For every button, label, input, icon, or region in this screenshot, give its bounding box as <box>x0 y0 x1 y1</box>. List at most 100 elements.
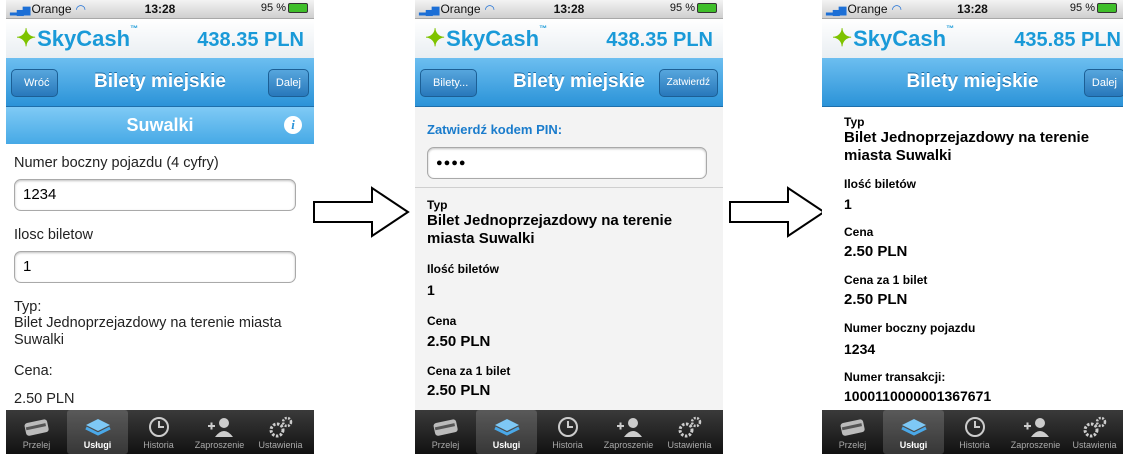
ticket-count-input[interactable]: 1 <box>14 251 296 283</box>
tab-bar: Przelej Usługi Historia Zaproszenie Usta… <box>415 410 723 454</box>
tab-uslugi[interactable]: Usługi <box>476 410 537 454</box>
quantity-label: Ilość biletów <box>427 262 500 276</box>
next-button[interactable]: Dalej <box>267 69 309 97</box>
clock-icon <box>557 417 578 437</box>
add-user-icon <box>616 418 642 437</box>
pin-input[interactable]: ●●●● <box>427 147 707 179</box>
price-value: 2.50 PLN <box>14 391 75 407</box>
type-label: Typ <box>844 115 865 129</box>
confirm-content: Zatwierdź kodem PIN: ●●●● Typ Bilet Jedn… <box>415 107 723 410</box>
brand-header: ✦SkyCash™ 438.35 PLN <box>6 19 314 58</box>
battery-level: 95 % <box>260 2 286 14</box>
transaction-number-label: Numer transakcji: <box>844 370 946 384</box>
type-value: Bilet Jednoprzejazdowy na terenie miasta… <box>844 129 1090 164</box>
tab-uslugi[interactable]: Usługi <box>67 410 128 454</box>
battery-level: 95 % <box>1069 2 1095 14</box>
price-value: 2.50 PLN <box>427 333 491 350</box>
gears-icon <box>269 416 292 438</box>
unit-price-label: Cena za 1 bilet <box>844 273 928 287</box>
account-balance: 435.85 PLN <box>1014 29 1121 51</box>
status-bar: ▂▄▆ Orange ◠ 13:28 95 % <box>822 0 1123 19</box>
summary-content: Typ Bilet Jednoprzejazdowy na terenie mi… <box>822 107 1123 410</box>
tab-bar: Przelej Usługi Historia Zaproszenie Usta… <box>822 410 1123 454</box>
tab-zaproszenie[interactable]: Zaproszenie <box>598 410 659 454</box>
status-bar: ▂▄▆ Orange ◠ 13:28 95 % <box>6 0 314 19</box>
price-label: Cena <box>844 225 874 239</box>
city-bar: Suwalki i <box>6 107 314 144</box>
tab-uslugi[interactable]: Usługi <box>883 410 944 454</box>
transfer-icon <box>840 419 865 436</box>
info-icon[interactable]: i <box>284 116 302 134</box>
flow-arrow-icon <box>313 186 410 238</box>
price-label: Cena: <box>14 363 53 379</box>
transaction-number-value: 1000110000001367671 <box>844 388 992 404</box>
gears-icon <box>678 416 701 438</box>
skycash-logo: ✦SkyCash™ <box>832 24 955 52</box>
tab-przelej[interactable]: Przelej <box>6 410 67 454</box>
nav-bar: Bilety... Bilety miejskie Zatwierdź <box>415 58 723 107</box>
brand-header: ✦SkyCash™ 438.35 PLN <box>415 19 723 58</box>
ticket-count-label: Ilosc biletow <box>14 227 93 243</box>
unit-price-label: Cena za 1 bilet <box>427 364 511 378</box>
flow-arrow-icon <box>729 186 826 238</box>
star-icon: ✦ <box>832 25 853 52</box>
battery-icon <box>288 3 308 14</box>
tab-historia[interactable]: Historia <box>128 410 189 454</box>
type-value: Bilet Jednoprzejazdowy na terenie miasta… <box>427 212 673 247</box>
city-title: Suwalki <box>126 115 194 135</box>
status-bar: ▂▄▆ Orange ◠ 13:28 95 % <box>415 0 723 19</box>
transfer-icon <box>433 419 458 436</box>
price-label: Cena <box>427 314 457 328</box>
skycash-logo: ✦SkyCash™ <box>425 24 548 52</box>
tab-zaproszenie[interactable]: Zaproszenie <box>1005 410 1066 454</box>
battery-level: 95 % <box>669 2 695 14</box>
brand-header: ✦SkyCash™ 435.85 PLN <box>822 19 1123 58</box>
battery-icon <box>697 3 717 14</box>
confirm-button[interactable]: Zatwierdź <box>658 69 718 97</box>
account-balance: 438.35 PLN <box>606 29 713 51</box>
battery-icon <box>1097 3 1117 14</box>
tab-bar: Przelej Usługi Historia Zaproszenie Usta… <box>6 410 314 454</box>
next-button[interactable]: Dalej <box>1083 69 1123 97</box>
unit-price-value: 2.50 PLN <box>844 291 908 308</box>
nav-bar: Wróć Bilety miejskie Dalej <box>6 58 314 107</box>
vehicle-number-label: Numer boczny pojazdu (4 cyfry) <box>14 155 219 171</box>
tab-ustawienia[interactable]: Ustawienia <box>250 410 311 454</box>
phone-screen-2: ▂▄▆ Orange ◠ 13:28 95 % ✦SkyCash™ 438.35 P… <box>415 0 723 454</box>
unit-price-value: 2.50 PLN <box>427 382 491 399</box>
type-label: Typ: <box>14 299 42 315</box>
type-value: Bilet Jednoprzejazdowy na terenie miasta… <box>14 315 282 348</box>
type-label: Typ <box>427 198 448 212</box>
services-icon <box>493 419 520 436</box>
price-value: 2.50 PLN <box>844 243 908 260</box>
vehicle-number-input[interactable]: 1234 <box>14 179 296 211</box>
tab-historia[interactable]: Historia <box>944 410 1005 454</box>
clock-icon <box>964 417 985 437</box>
tab-zaproszenie[interactable]: Zaproszenie <box>189 410 250 454</box>
tab-przelej[interactable]: Przelej <box>415 410 476 454</box>
tab-ustawienia[interactable]: Ustawienia <box>659 410 720 454</box>
account-balance: 438.35 PLN <box>197 29 304 51</box>
phone-screen-3: ▂▄▆ Orange ◠ 13:28 95 % ✦SkyCash™ 435.85 P… <box>822 0 1123 454</box>
services-icon <box>900 419 927 436</box>
tab-historia[interactable]: Historia <box>537 410 598 454</box>
quantity-label: Ilość biletów <box>844 177 917 191</box>
vehicle-number-label: Numer boczny pojazdu <box>844 321 976 335</box>
star-icon: ✦ <box>425 25 446 52</box>
pin-label: Zatwierdź kodem PIN: <box>427 122 563 137</box>
tab-przelej[interactable]: Przelej <box>822 410 883 454</box>
services-icon <box>84 419 111 436</box>
add-user-icon <box>207 418 233 437</box>
gears-icon <box>1083 416 1106 438</box>
tab-ustawienia[interactable]: Ustawienia <box>1066 410 1123 454</box>
form-content: Numer boczny pojazdu (4 cyfry) 1234 Ilos… <box>6 145 314 410</box>
nav-bar: Bilety miejskie Dalej <box>822 58 1123 107</box>
nav-title: Bilety miejskie <box>906 71 1039 92</box>
clock-icon <box>148 417 169 437</box>
transfer-icon <box>24 419 49 436</box>
phone-screen-1: ▂▄▆ Orange ◠ 13:28 95 % ✦SkyCash™ 438.35 P… <box>6 0 314 454</box>
star-icon: ✦ <box>16 25 37 52</box>
skycash-logo: ✦SkyCash™ <box>16 24 139 52</box>
quantity-value: 1 <box>844 196 852 212</box>
add-user-icon <box>1023 418 1049 437</box>
